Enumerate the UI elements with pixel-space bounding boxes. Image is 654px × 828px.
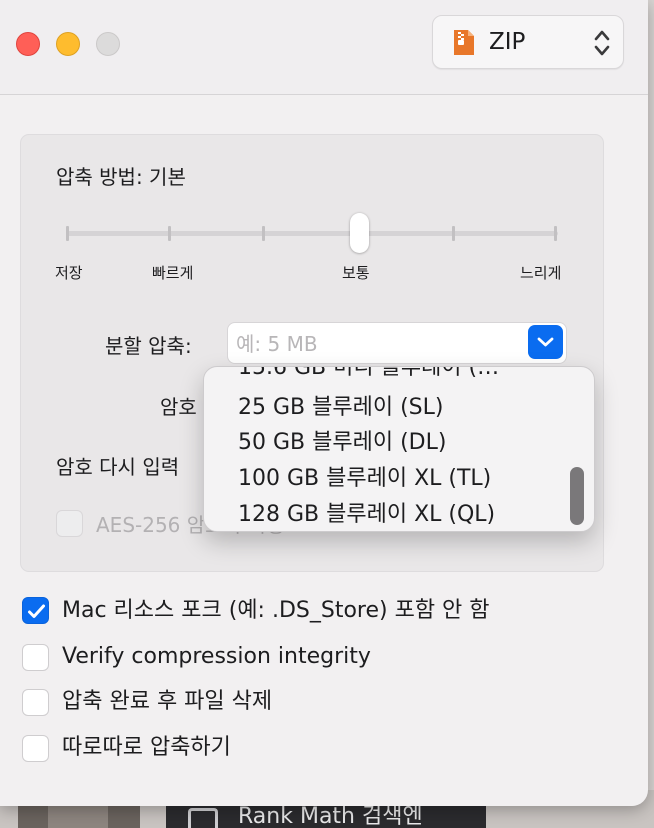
slider-tick bbox=[554, 226, 557, 241]
compress-separately-label: 따로따로 압축하기 bbox=[62, 735, 231, 760]
delete-after-compress-checkbox[interactable] bbox=[22, 689, 49, 716]
verify-integrity-label: Verify compression integrity bbox=[62, 644, 371, 669]
slider-tick bbox=[168, 226, 171, 241]
compression-slider-thumb[interactable] bbox=[350, 213, 369, 253]
compress-separately-checkbox[interactable] bbox=[22, 735, 49, 762]
archive-format-label: ZIP bbox=[489, 29, 526, 55]
split-size-input[interactable] bbox=[227, 322, 567, 364]
slider-tick bbox=[262, 226, 265, 241]
split-label: 분할 압축: bbox=[105, 334, 192, 358]
minimize-button[interactable] bbox=[56, 32, 80, 56]
slider-label-fast: 빠르게 bbox=[152, 264, 194, 282]
slider-label-normal: 보통 bbox=[342, 264, 370, 282]
zoom-button[interactable] bbox=[96, 32, 120, 56]
password-label: 암호 bbox=[160, 395, 197, 419]
slider-label-slow: 느리게 bbox=[520, 264, 562, 282]
title-bar: ZIP bbox=[0, 0, 648, 95]
slider-tick bbox=[452, 226, 455, 241]
password-confirm-label: 암호 다시 입력 bbox=[56, 455, 180, 479]
split-size-dropdown-button[interactable] bbox=[528, 325, 563, 359]
tab-icon bbox=[188, 808, 218, 828]
split-option-128gb[interactable]: 128 GB 블루레이 XL (QL) bbox=[238, 498, 495, 531]
compression-slider-track[interactable] bbox=[66, 231, 558, 236]
compression-settings-window: ZIP 압축 방법: 기본 저장 빠르게 보통 느리게 분할 압축: 암호 암호… bbox=[0, 0, 648, 806]
zip-archive-icon bbox=[454, 30, 474, 55]
close-button[interactable] bbox=[16, 32, 40, 56]
split-option-15-6gb[interactable]: 15.6 GB 미디 블루레이 (… bbox=[238, 367, 499, 385]
exclude-resource-fork-label: Mac 리소스 포크 (예: .DS_Store) 포함 안 함 bbox=[62, 598, 490, 623]
compression-method-title: 압축 방법: 기본 bbox=[56, 165, 186, 189]
archive-format-popup[interactable]: ZIP bbox=[432, 15, 624, 69]
chevron-down-icon bbox=[537, 337, 554, 347]
delete-after-compress-label: 압축 완료 후 파일 삭제 bbox=[62, 689, 273, 714]
slider-tick bbox=[66, 226, 69, 241]
exclude-resource-fork-checkbox[interactable] bbox=[22, 597, 49, 624]
split-option-25gb[interactable]: 25 GB 블루레이 (SL) bbox=[238, 391, 443, 425]
verify-integrity-checkbox[interactable] bbox=[22, 644, 49, 671]
checkmark-icon bbox=[28, 604, 45, 618]
split-size-dropdown-menu: 15.6 GB 미디 블루레이 (… 25 GB 블루레이 (SL) 50 GB… bbox=[203, 366, 595, 532]
split-option-50gb[interactable]: 50 GB 블루레이 (DL) bbox=[238, 426, 446, 460]
background-tab-title: Rank Math 검색엔 bbox=[238, 804, 423, 828]
slider-label-store: 저장 bbox=[55, 264, 83, 282]
dropdown-scrollbar[interactable] bbox=[570, 467, 584, 525]
split-option-100gb[interactable]: 100 GB 블루레이 XL (TL) bbox=[238, 462, 491, 496]
aes-256-checkbox[interactable] bbox=[56, 510, 83, 537]
chevron-updown-icon bbox=[594, 30, 610, 56]
